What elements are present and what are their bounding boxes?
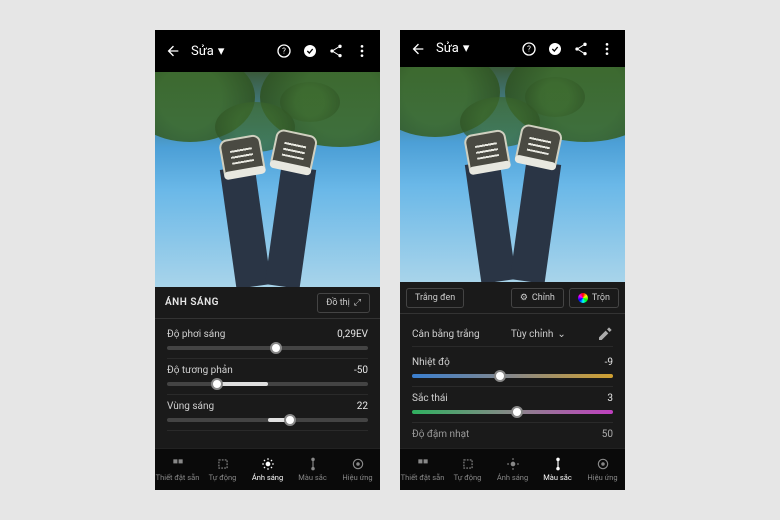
tab-color[interactable]: Màu sắc [535,449,580,490]
header-title[interactable]: Sửa▾ [191,44,224,59]
presets-icon [416,457,430,471]
share-icon[interactable] [328,43,344,59]
adjust-button[interactable]: ⚙Chỉnh [511,288,564,308]
tab-light[interactable]: Ánh sáng [490,449,535,490]
more-icon[interactable] [354,43,370,59]
help-icon[interactable]: ? [276,43,292,59]
accept-icon[interactable] [302,43,318,59]
tab-color[interactable]: Màu sắc [290,449,335,490]
bottom-tabs: Thiết đặt sẵn Tự động Ánh sáng Màu sắc H… [400,448,625,490]
effects-icon [351,457,365,471]
auto-icon [461,457,475,471]
tab-auto[interactable]: Tự động [445,449,490,490]
tab-effects[interactable]: Hiệu ứng [580,449,625,490]
presets-icon [171,457,185,471]
mixer-icon: ⚙ [520,293,528,303]
light-panel: ÁNH SÁNG Đồ thị⤢ Độ phơi sáng0,29EV Độ t… [155,287,380,490]
color-panel: Trắng đen ⚙Chỉnh Trộn Cân bằng trắng Tùy… [400,282,625,490]
chevron-down-icon: ⌄ [557,329,565,340]
graph-button[interactable]: Đồ thị⤢ [317,293,370,313]
tab-effects[interactable]: Hiệu ứng [335,449,380,490]
slider-exposure[interactable]: Độ phơi sáng0,29EV [167,325,368,359]
topbar: Sửa▾ ? [400,30,625,67]
photo-preview[interactable] [155,72,380,287]
phone-screen-right: Sửa▾ ? Trắng đen ⚙Chỉnh Trộn Cân bằng [400,30,625,490]
svg-text:?: ? [527,44,531,53]
slider-contrast[interactable]: Độ tương phản-50 [167,361,368,395]
slider-temperature[interactable]: Nhiệt độ-9 [412,353,613,387]
back-icon[interactable] [410,41,426,57]
caret-down-icon: ▾ [463,41,470,56]
help-icon[interactable]: ? [521,41,537,57]
white-balance-row: Cân bằng trắng Tùy chỉnh⌄ [412,320,613,347]
mix-button[interactable]: Trộn [569,288,619,308]
slider-saturation[interactable]: Độ đậm nhạt50 [412,425,613,448]
auto-icon [216,457,230,471]
tab-presets[interactable]: Thiết đặt sẵn [400,449,445,490]
eyedropper-icon[interactable] [597,326,613,342]
slider-highlights[interactable]: Vùng sáng22 [167,397,368,431]
effects-icon [596,457,610,471]
graph-icon: ⤢ [354,298,361,308]
bottom-tabs: Thiết đặt sẵn Tự động Ánh sáng Màu sắc H… [155,448,380,490]
slider-tint[interactable]: Sắc thái3 [412,389,613,423]
topbar: Sửa▾ ? [155,30,380,72]
light-icon [261,457,275,471]
caret-down-icon: ▾ [218,44,225,59]
color-wheel-icon [578,293,588,303]
color-icon [551,457,565,471]
bw-button[interactable]: Trắng đen [406,288,464,308]
more-icon[interactable] [599,41,615,57]
wb-mode-dropdown[interactable]: Tùy chỉnh⌄ [511,329,566,340]
tab-light[interactable]: Ánh sáng [245,449,290,490]
tab-presets[interactable]: Thiết đặt sẵn [155,449,200,490]
svg-text:?: ? [282,47,286,56]
light-icon [506,457,520,471]
photo-preview[interactable] [400,67,625,282]
accept-icon[interactable] [547,41,563,57]
share-icon[interactable] [573,41,589,57]
phone-screen-left: Sửa▾ ? ÁNH SÁNG Đồ thị⤢ Độ phơi sáng0,29… [155,30,380,490]
back-icon[interactable] [165,43,181,59]
panel-title: ÁNH SÁNG [165,297,219,308]
tab-auto[interactable]: Tự động [200,449,245,490]
color-icon [306,457,320,471]
header-title[interactable]: Sửa▾ [436,41,469,56]
